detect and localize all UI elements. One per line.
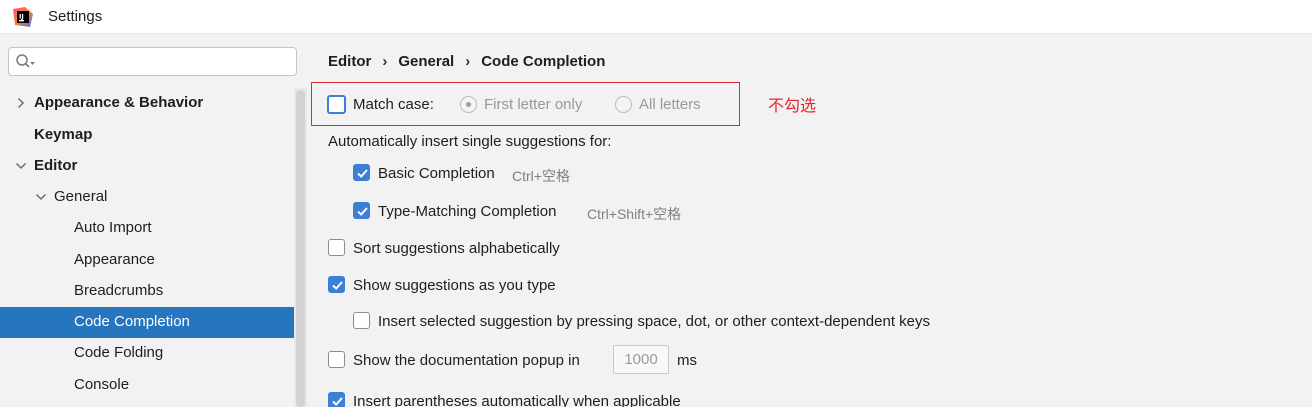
- search-icon: [15, 53, 37, 71]
- first-letter-only-label: First letter only: [484, 96, 583, 113]
- sidebar-item-auto-import[interactable]: Auto Import: [0, 213, 307, 244]
- checkmark-icon: [357, 169, 368, 178]
- basic-completion-shortcut: Ctrl+空格: [512, 168, 570, 184]
- intellij-logo-icon: IJ: [12, 6, 34, 28]
- show-as-you-type-label: Show suggestions as you type: [353, 277, 556, 294]
- insert-parentheses-label: Insert parentheses automatically when ap…: [353, 393, 681, 407]
- sidebar-item-general[interactable]: General: [0, 182, 307, 213]
- sidebar-item-label: Code Folding: [74, 344, 164, 361]
- sidebar-item-label: Appearance: [74, 251, 155, 268]
- documentation-popup-label: Show the documentation popup in: [353, 352, 580, 369]
- svg-text:IJ: IJ: [19, 13, 24, 21]
- search-input[interactable]: [8, 47, 297, 76]
- title-bar: IJ Settings: [0, 0, 1312, 34]
- basic-completion-checkbox[interactable]: [353, 164, 370, 181]
- all-letters-radio[interactable]: [615, 96, 632, 113]
- settings-content: Editor › General › Code Completion 不勾选 M…: [307, 34, 1312, 407]
- insert-selected-suggestion-label: Insert selected suggestion by pressing s…: [378, 313, 930, 330]
- checkmark-icon: [332, 397, 343, 406]
- sidebar-item-keymap[interactable]: Keymap: [0, 120, 307, 151]
- documentation-popup-checkbox[interactable]: [328, 351, 345, 368]
- sidebar-item-label: Editor: [34, 157, 78, 174]
- chevron-down-icon[interactable]: [14, 159, 28, 173]
- match-case-label: Match case:: [353, 96, 434, 113]
- sidebar-item-label: General: [54, 188, 108, 205]
- sidebar-item-label: Console: [74, 376, 130, 393]
- sort-alphabetically-checkbox[interactable]: [328, 239, 345, 256]
- sidebar-item-label: Auto Import: [74, 219, 152, 236]
- breadcrumb-separator-icon: ›: [465, 53, 471, 70]
- basic-completion-label: Basic Completion: [378, 165, 495, 182]
- chevron-down-icon[interactable]: [34, 190, 48, 204]
- sidebar-item-console[interactable]: Console: [0, 370, 307, 401]
- sort-alphabetically-label: Sort suggestions alphabetically: [353, 240, 560, 257]
- sidebar-item-appearance-behavior[interactable]: Appearance & Behavior: [0, 88, 307, 119]
- insert-parentheses-checkbox[interactable]: [328, 392, 345, 407]
- breadcrumb-separator-icon: ›: [382, 53, 388, 70]
- sidebar-item-label: Code Completion: [74, 313, 190, 330]
- first-letter-only-radio[interactable]: [460, 96, 477, 113]
- annotation-text: 不勾选: [768, 96, 817, 115]
- settings-sidebar: Appearance & Behavior Keymap Editor Gene…: [0, 34, 307, 407]
- match-case-checkbox[interactable]: [327, 95, 346, 114]
- documentation-popup-unit: ms: [677, 352, 697, 369]
- sidebar-item-code-completion[interactable]: Code Completion: [0, 307, 294, 338]
- window-title: Settings: [48, 8, 103, 25]
- breadcrumb-item[interactable]: Editor: [328, 53, 371, 70]
- breadcrumb: Editor › General › Code Completion: [328, 53, 605, 70]
- type-matching-label: Type-Matching Completion: [378, 203, 557, 220]
- checkmark-icon: [332, 281, 343, 290]
- sidebar-item-breadcrumbs[interactable]: Breadcrumbs: [0, 276, 307, 307]
- sidebar-item-label: Keymap: [34, 126, 93, 143]
- type-matching-checkbox[interactable]: [353, 202, 370, 219]
- sidebar-item-editor[interactable]: Editor: [0, 151, 307, 182]
- show-as-you-type-checkbox[interactable]: [328, 276, 345, 293]
- documentation-popup-delay-input[interactable]: 1000: [613, 345, 669, 374]
- checkmark-icon: [357, 207, 368, 216]
- sidebar-item-label: Breadcrumbs: [74, 282, 164, 299]
- sidebar-item-code-folding[interactable]: Code Folding: [0, 338, 307, 369]
- chevron-right-icon[interactable]: [14, 96, 28, 110]
- sidebar-item-appearance[interactable]: Appearance: [0, 245, 307, 276]
- insert-selected-suggestion-checkbox[interactable]: [353, 312, 370, 329]
- sidebar-item-label: Appearance & Behavior: [34, 94, 204, 111]
- breadcrumb-item: Code Completion: [481, 53, 606, 70]
- auto-insert-heading: Automatically insert single suggestions …: [328, 133, 612, 150]
- radio-dot: [466, 102, 471, 107]
- type-matching-shortcut: Ctrl+Shift+空格: [587, 206, 682, 222]
- breadcrumb-item[interactable]: General: [398, 53, 454, 70]
- all-letters-label: All letters: [639, 96, 701, 113]
